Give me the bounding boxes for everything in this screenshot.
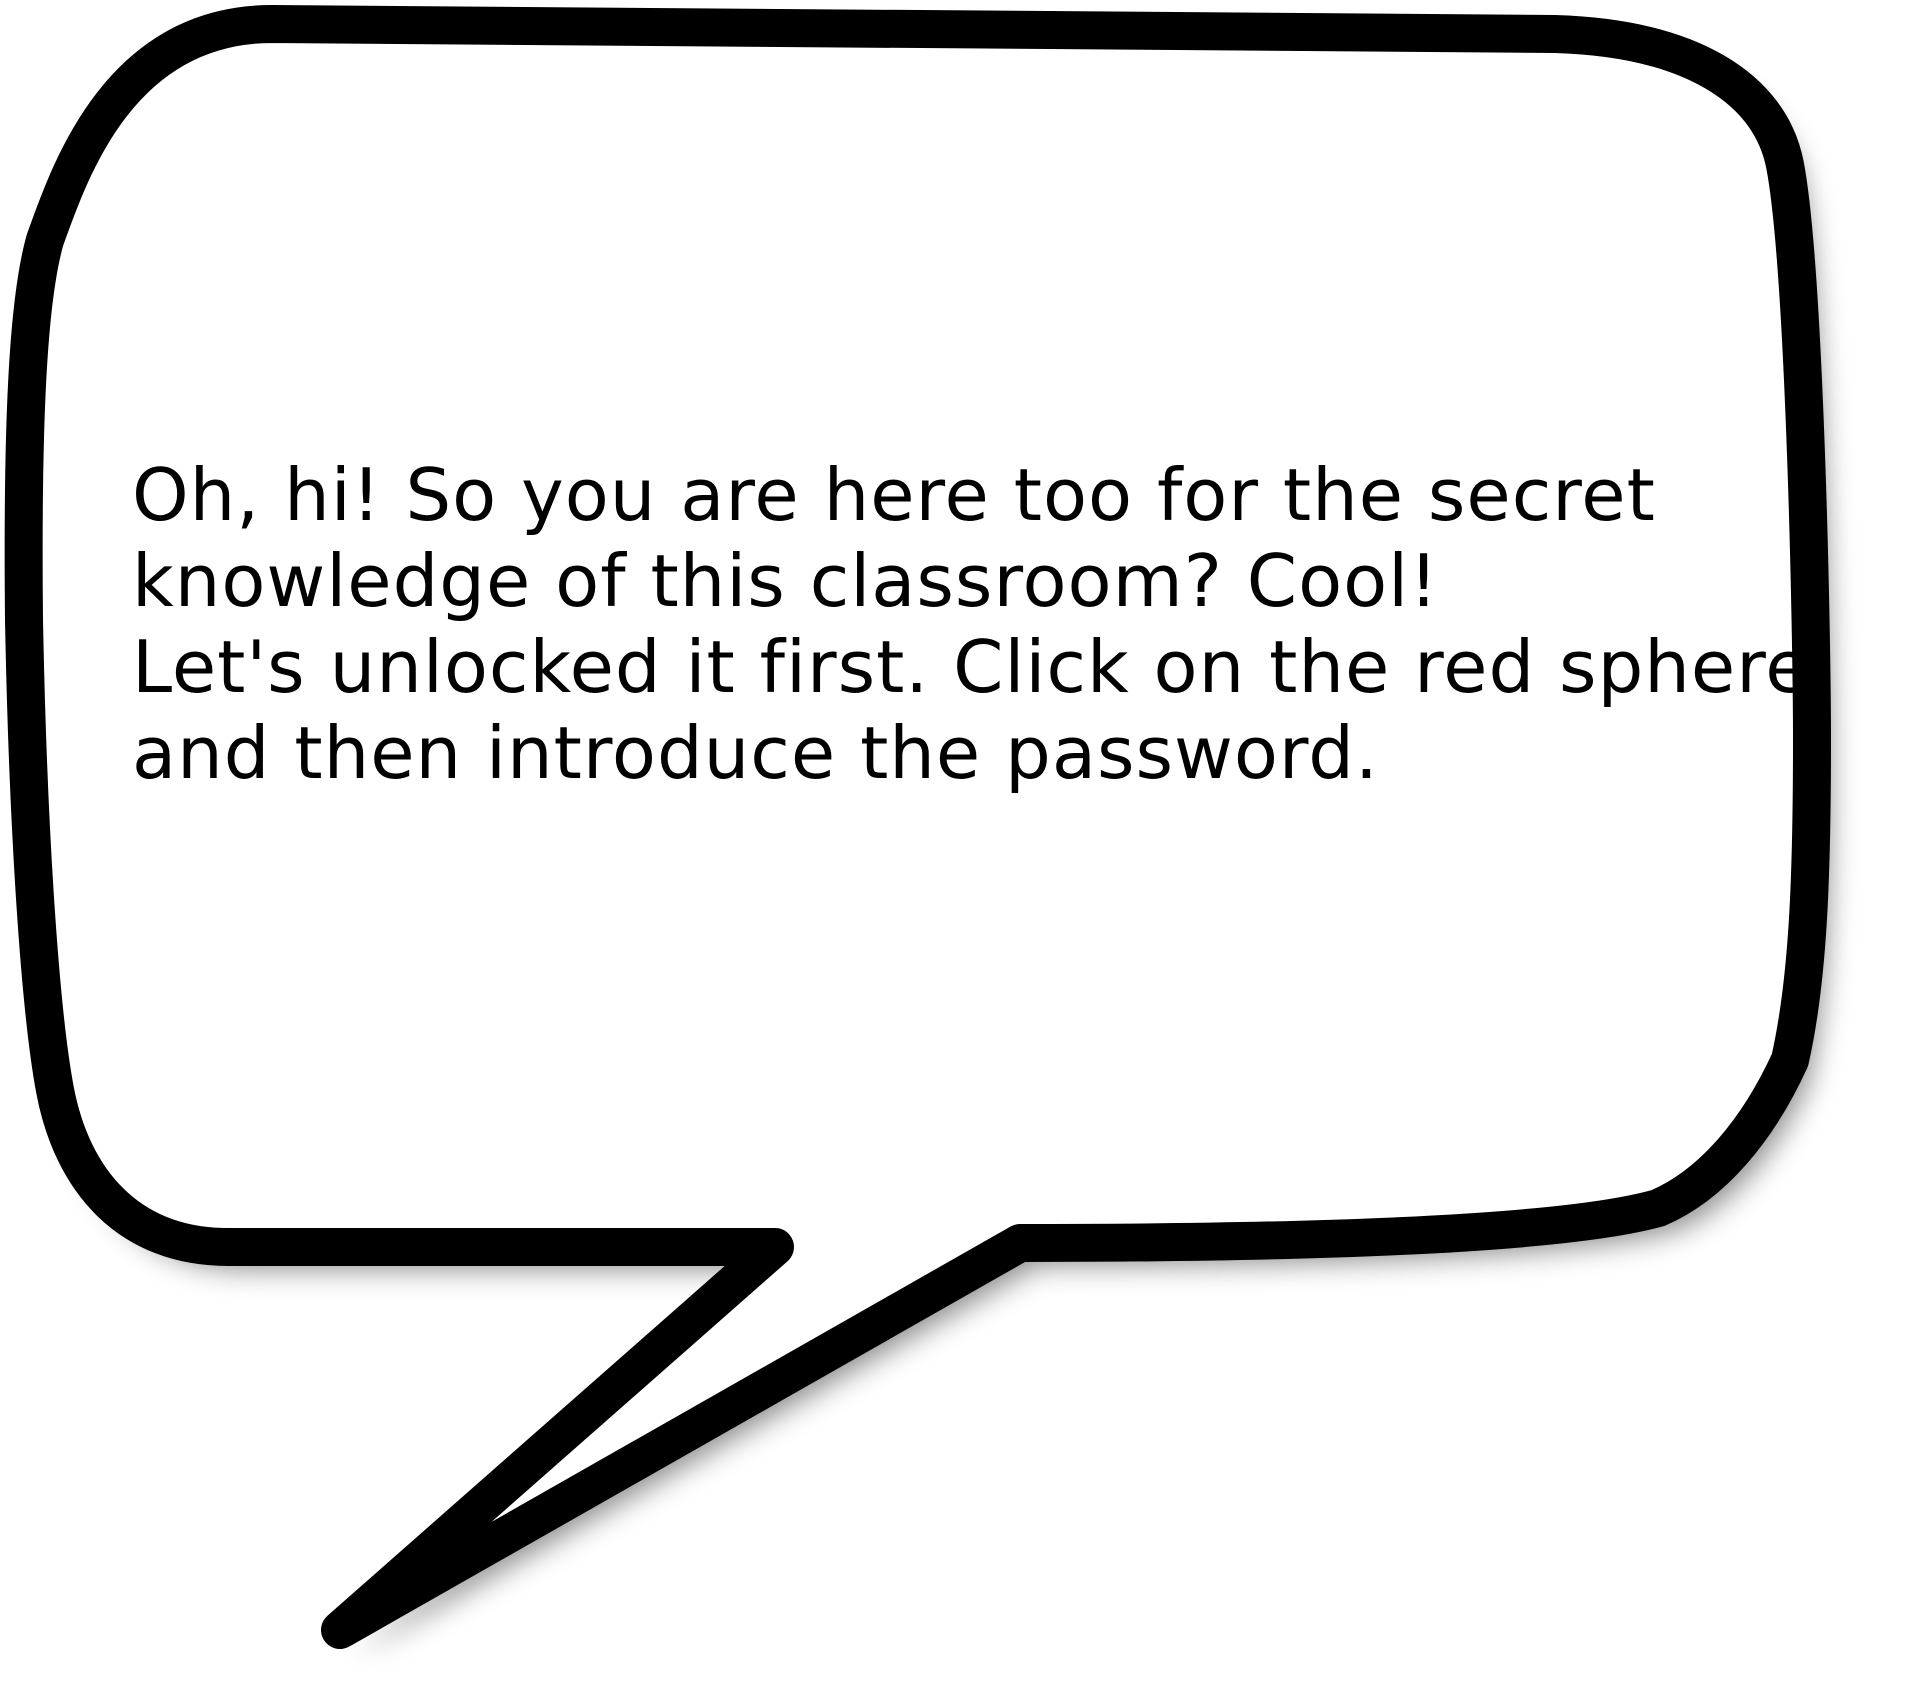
speech-bubble-outline [4,5,1831,1649]
speech-bubble [4,5,1831,1652]
speech-line-3: Let's unlocked it first. Click on the re… [132,625,1811,709]
speech-line-1: Oh, hi! So you are here too for the secr… [132,453,1656,537]
speech-line-2: knowledge of this classroom? Cool! [132,539,1440,623]
speech-bubble-text: Oh, hi! So you are here too for the secr… [132,452,1832,796]
speech-line-4: and then introduce the password. [132,711,1379,795]
